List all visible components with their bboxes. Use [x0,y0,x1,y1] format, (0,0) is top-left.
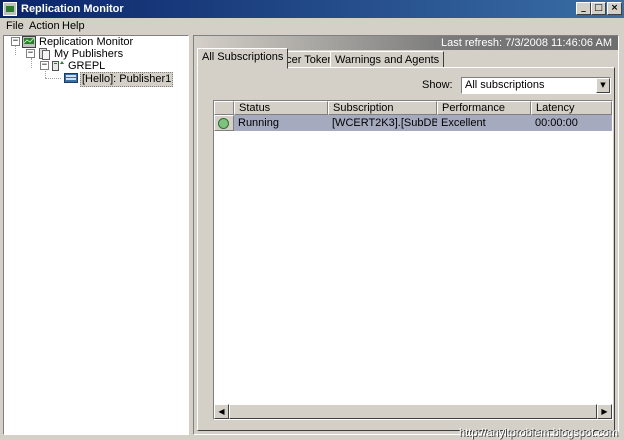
scroll-left-icon[interactable]: ◀ [214,404,229,419]
last-refresh-text: Last refresh: 7/3/2008 11:46:06 AM [440,37,612,49]
show-filter-value: All subscriptions [465,79,545,91]
menu-help[interactable]: Help [62,20,85,33]
cell-latency: 00:00:00 [535,117,578,129]
server-icon [51,60,65,72]
menu-action[interactable]: Action [29,20,60,33]
menu-file[interactable]: File [6,20,24,33]
publication-icon [64,72,78,84]
all-subscriptions-page: Show: All subscriptions ▼ Status Subscri… [197,67,615,431]
watermark-url: http://anyitproblem.blogspot.com [459,427,618,439]
scroll-right-icon[interactable]: ▶ [597,404,612,419]
menu-bar: File Action Help [0,18,624,35]
close-button[interactable]: × [607,2,622,15]
replication-monitor-icon [22,36,36,48]
publisher-tree[interactable]: − Replication Monitor − My Publishers − … [3,35,189,435]
tree-expander-publishers[interactable]: − [26,49,35,58]
show-filter-dropdown[interactable]: All subscriptions ▼ [461,77,611,94]
chevron-down-icon[interactable]: ▼ [596,78,610,93]
replication-monitor-app-icon [3,2,17,16]
tree-item-publication[interactable]: [Hello]: Publisher1 [80,72,174,87]
grid-corner-header [214,101,234,115]
title-bar[interactable]: Replication Monitor _ □ × [0,0,624,18]
column-header-subscription[interactable]: Subscription [328,101,437,115]
row-selector[interactable] [214,115,234,131]
column-header-latency[interactable]: Latency [531,101,612,115]
cell-subscription: [WCERT2K3].[SubDB] [332,117,437,129]
tab-warnings-and-agents[interactable]: Warnings and Agents [330,51,445,68]
maximize-button[interactable]: □ [591,2,606,15]
table-row[interactable]: Running [WCERT2K3].[SubDB] Excellent 00:… [214,115,612,131]
minimize-button[interactable]: _ [576,2,591,15]
publishers-icon [37,48,51,60]
column-header-performance[interactable]: Performance [437,101,531,115]
cell-status: Running [238,117,279,129]
subscription-running-icon [218,118,229,129]
details-panel: Last refresh: 7/3/2008 11:46:06 AM All S… [193,35,619,435]
window-title: Replication Monitor [21,3,124,15]
tree-expander-server[interactable]: − [40,61,49,70]
subscriptions-grid[interactable]: Status Subscription Performance Latency … [213,100,613,420]
show-label: Show: [422,79,453,91]
column-header-status[interactable]: Status [234,101,328,115]
app-window: Replication Monitor _ □ × File Action He… [0,0,624,440]
tab-all-subscriptions[interactable]: All Subscriptions [197,48,289,69]
horizontal-scrollbar[interactable]: ◀ ▶ [214,404,612,419]
scroll-thumb[interactable] [229,404,597,419]
tree-expander-root[interactable]: − [11,37,20,46]
cell-performance: Excellent [441,117,486,129]
